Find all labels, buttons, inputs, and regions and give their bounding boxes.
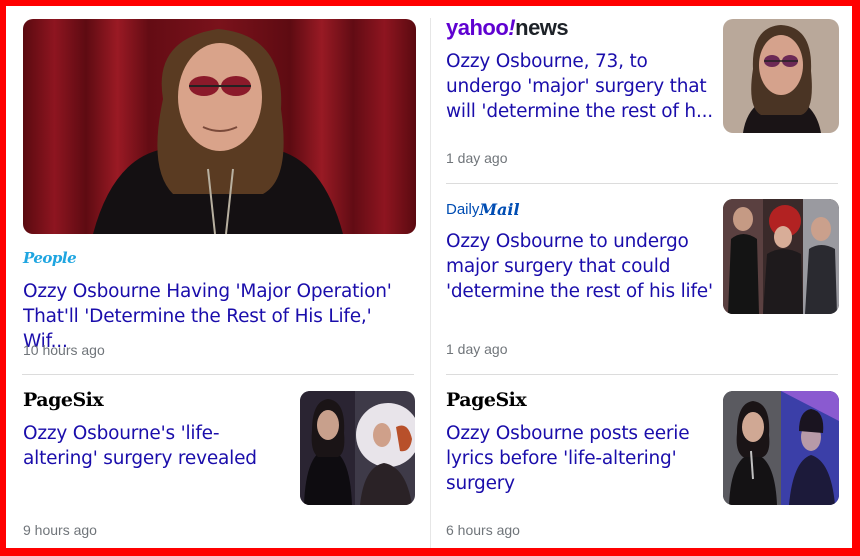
news-card-yahoo[interactable]: yahoo!news Ozzy Osbourne, 73, to undergo… [430, 6, 852, 183]
ozzy-collage-image [300, 391, 415, 505]
news-carousel: People Ozzy Osbourne Having 'Major Opera… [6, 6, 852, 548]
headline-link[interactable]: Ozzy Osbourne posts eerie lyrics before … [446, 421, 714, 496]
timestamp: 10 hours ago [23, 342, 105, 358]
news-card-people[interactable]: People Ozzy Osbourne Having 'Major Opera… [6, 6, 430, 374]
headline-link[interactable]: Ozzy Osbourne, 73, to undergo 'major' su… [446, 49, 714, 124]
source-logo-pagesix: PageSix [446, 389, 527, 411]
news-card-pagesix-1[interactable]: PageSix Ozzy Osbourne's 'life-altering' … [6, 374, 430, 548]
source-logo-yahoo: yahoo!news [446, 15, 569, 40]
yahoo-logo-text: yahoo!news [446, 15, 569, 40]
people-logo-text: People [23, 249, 77, 267]
news-card-dailymail[interactable]: Daily Mail Ozzy Osbourne to undergo majo… [430, 183, 852, 374]
article-thumbnail [300, 391, 415, 505]
pagesix-logo-text: PageSix [23, 389, 104, 411]
timestamp: 6 hours ago [446, 522, 520, 538]
source-logo-dailymail: Daily Mail [446, 198, 520, 220]
osbournes-event-image [723, 199, 839, 314]
dailymail-logo-prefix: Daily [446, 200, 480, 218]
article-thumbnail [723, 199, 839, 314]
news-card-pagesix-2[interactable]: PageSix Ozzy Osbourne posts eerie lyrics… [430, 374, 852, 548]
ozzy-portrait-image [23, 19, 416, 234]
timestamp: 1 day ago [446, 341, 508, 357]
source-logo-people: People [23, 247, 77, 269]
ozzy-closeup-image [723, 19, 839, 133]
pagesix-logo-text: PageSix [446, 389, 527, 411]
headline-link[interactable]: Ozzy Osbourne's 'life-altering' surgery … [23, 421, 291, 471]
article-image [23, 19, 416, 234]
dailymail-logo-main: Mail [479, 199, 520, 219]
timestamp: 1 day ago [446, 150, 508, 166]
article-thumbnail [723, 19, 839, 133]
ozzy-concert-image [723, 391, 839, 505]
source-logo-pagesix: PageSix [23, 389, 104, 411]
timestamp: 9 hours ago [23, 522, 97, 538]
article-thumbnail [723, 391, 839, 505]
headline-link[interactable]: Ozzy Osbourne to undergo major surgery t… [446, 229, 714, 304]
